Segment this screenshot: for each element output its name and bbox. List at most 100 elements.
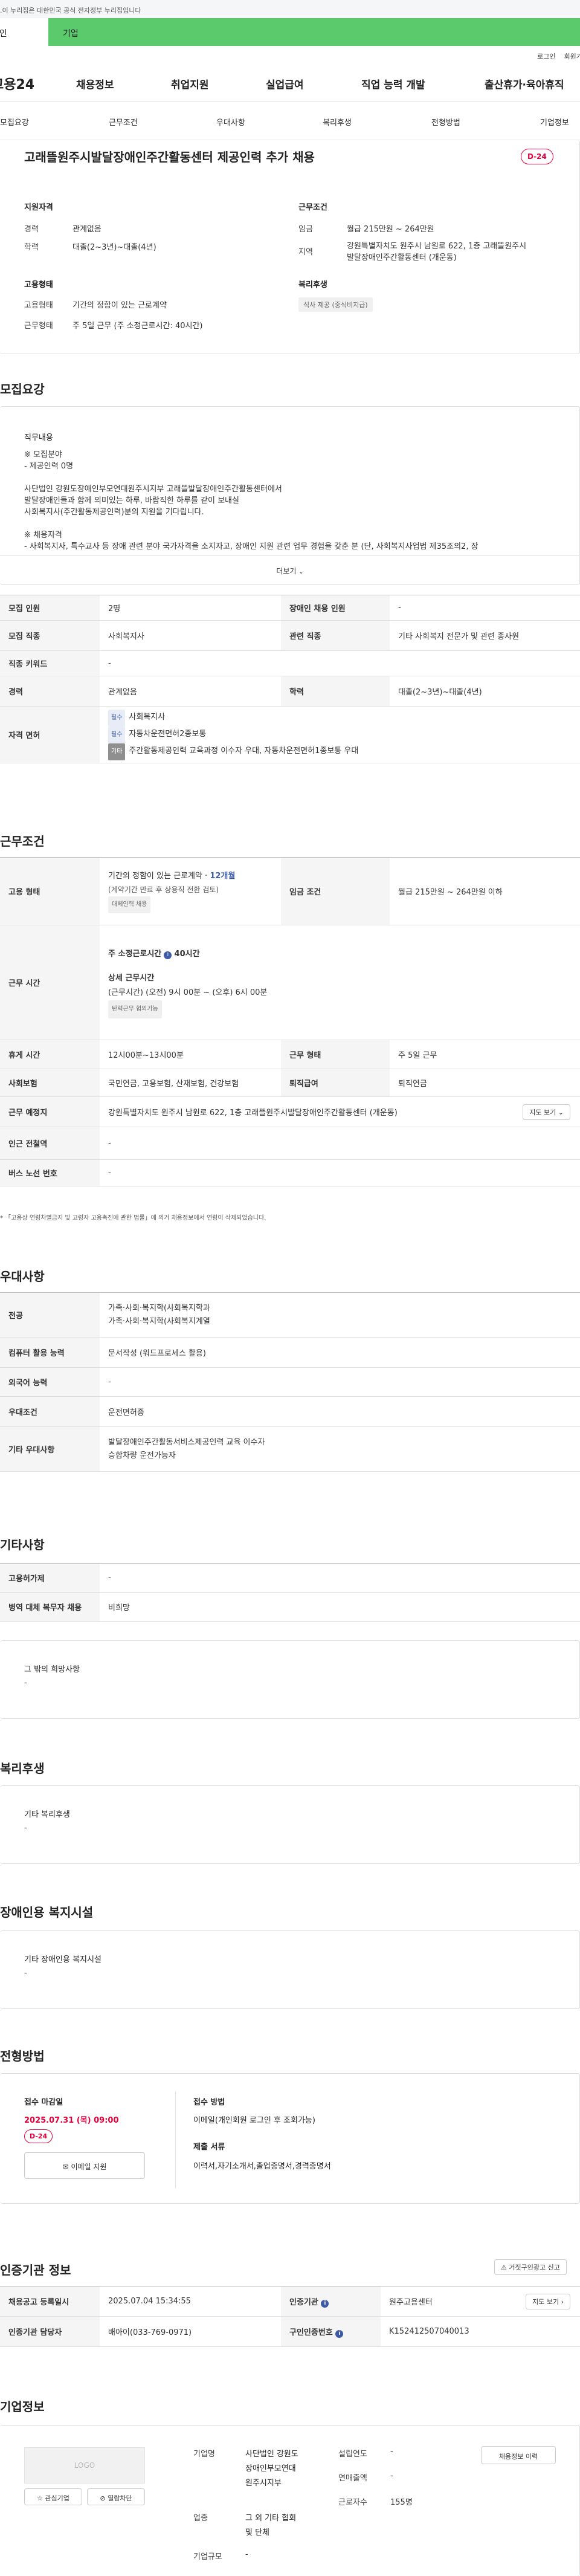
job-desc-title: 직무내용 (24, 433, 53, 442)
time-label: 근무 시간 (0, 925, 100, 1040)
signup-link[interactable]: 회원가입 (564, 51, 580, 64)
util-menu: 로그인 회원가입 (0, 46, 580, 64)
lang-value: - (100, 1367, 580, 1397)
manager-label: 인증기관 담당자 (0, 2316, 100, 2347)
process-section-title: 전형방법 (0, 2049, 45, 2063)
gnb-item-benefit[interactable]: 실업급여 (266, 76, 304, 91)
table-row: 채용공고 등록일시 2025.07.04 15:34:55 인증기관 i 원주고… (0, 2286, 580, 2317)
block-button[interactable]: ⊘ 열람차단 (87, 2488, 145, 2505)
subway-label: 인근 전철역 (0, 1127, 100, 1160)
job-title: 고래뜰원주시발달장애인주간활동센터 제공인력 추가 채용 (24, 150, 315, 164)
company-name-1: 사단법인 강원도 (245, 2450, 298, 2459)
tab-company[interactable]: 기업 (48, 18, 115, 46)
lnb-item-welfare[interactable]: 복리후생 (323, 116, 352, 128)
agency-map-button[interactable]: 지도 보기 › (526, 2294, 570, 2309)
tab-personal[interactable]: 개인 (0, 18, 48, 46)
deadline-title: 접수 마감일 (24, 2098, 63, 2107)
other-table: 고용허가제 - 병역 대체 복무자 채용 비희망 (0, 1563, 580, 1622)
company-logo: LOGO (24, 2447, 145, 2484)
etc-pref-label: 기타 우대사항 (0, 1426, 100, 1472)
bus-value: - (100, 1159, 580, 1186)
email-apply-button[interactable]: ✉ 이메일 지원 (24, 2152, 145, 2179)
table-row: 고용 형태 기간의 정함이 있는 근로계약 · 12개월 (계약기간 만료 후 … (0, 857, 580, 925)
site-logo[interactable]: 고용24 (0, 74, 68, 93)
lang-label: 외국어 능력 (0, 1367, 100, 1397)
count-label: 모집 인원 (0, 595, 100, 621)
emp-type-badge: 대체인력 채용 (108, 896, 151, 913)
more-button[interactable]: 더보기 ⌄ (0, 555, 580, 584)
method-title: 접수 방법 (193, 2098, 225, 2107)
time-badge: 탄력근무 협의가능 (108, 1000, 162, 1018)
gnb-item-training[interactable]: 직업 능력 개발 (361, 76, 425, 91)
table-row: 경력 관계없음 학력 대졸(2~3년)~대졸(4년) (0, 676, 580, 707)
pension-value: 퇴직연금 (390, 1069, 580, 1097)
agency-label: 인증기관 (289, 2297, 318, 2307)
edu-value: 대졸(2~3년)~대졸(4년) (72, 243, 156, 252)
deadline-value: 2025.07.31 (목) 09:00 (24, 2116, 119, 2125)
recruit-section-title: 모집요강 (0, 382, 45, 396)
cond-title: 근무조건 (298, 203, 327, 212)
industry-value-2: 및 단체 (245, 2528, 270, 2537)
lnb-item-work[interactable]: 근무조건 (109, 116, 138, 128)
welfare-box: 기타 복리후생 - (0, 1785, 580, 1864)
facility-box: 기타 장애인용 복지시설 - (0, 1930, 580, 2009)
company-name-2: 장애인부모연대 (245, 2464, 296, 2473)
gnb-item-leave[interactable]: 출산휴가·육아휴직 (485, 76, 564, 91)
form-label: 근무 형태 (281, 1040, 390, 1069)
job-label: 모집 직종 (0, 620, 100, 651)
info-icon: i (335, 2329, 344, 2338)
gnb-item-support[interactable]: 취업지원 (171, 76, 209, 91)
worktype-value: 주 5일 근무 (주 소정근로시간: 40시간) (72, 322, 203, 331)
age-note: * 「고용상 연령차별금지 및 고령자 고용촉진에 관한 법률」에 의거 채용정… (0, 1215, 266, 1222)
place-map-button[interactable]: 지도 보기 ⌄ (523, 1104, 570, 1120)
tab-bar-fill (115, 18, 580, 46)
table-row: 사회보험 국민연금, 고용보험, 산재보험, 건강보험 퇴직급여 퇴직연금 (0, 1069, 580, 1097)
list-item: 기타 주간활동제공인력 교육과정 이수자 우대, 자동차운전면허1종보통 우대 (108, 743, 572, 760)
no-value: K152412507040013 (381, 2316, 580, 2347)
disabled-label: 장애인 채용 인원 (281, 595, 390, 621)
table-row: 모집 직종 사회복지사 관련 직종 기타 사회복지 전문가 및 관련 종사원 (0, 620, 580, 651)
company-section-title: 기업정보 (0, 2400, 45, 2414)
place-value: 강원특별자치도 원주시 남원로 622, 1층 고래뜰원주시발달장애인주간활동센… (108, 1108, 398, 1118)
table-row: 외국어 능력 - (0, 1367, 580, 1397)
industry-value-1: 그 외 기타 협회 (245, 2514, 297, 2523)
employee-value: 155명 (390, 2498, 413, 2507)
table-row: 고용허가제 - (0, 1563, 580, 1593)
member-tabs: 개인 기업 (0, 18, 580, 46)
wage-cond-value: 월급 215만원 ~ 264만원 이하 (390, 857, 580, 925)
dday-badge: D-24 (521, 149, 553, 164)
lnb-item-recruit[interactable]: 모집요강 (0, 116, 29, 128)
gnb-item-jobs[interactable]: 채용정보 (76, 76, 114, 91)
chevron-down-icon: ⌄ (558, 1108, 564, 1116)
year-label: 설립연도 (338, 2450, 367, 2459)
section-nav: 모집요강 근무조건 우대사항 복리후생 전형방법 기업정보 (0, 102, 580, 140)
career-row-value: 관계없음 (100, 676, 281, 707)
gov-notice-text: 이 누리집은 대한민국 공식 전자정부 누리집입니다. (0, 7, 141, 15)
table-row: 인근 전철역 - (0, 1127, 580, 1160)
emp-title: 고용형태 (24, 280, 53, 290)
lnb-item-process[interactable]: 전형방법 (431, 116, 460, 128)
work-section-title: 근무조건 (0, 834, 45, 849)
time-week-label: 주 소정근로시간 (108, 949, 162, 959)
related-value: 기타 사회복지 전문가 및 관련 종사원 (390, 620, 580, 651)
job-desc-text: ※ 모집분야 - 제공인력 0명 사단법인 강원도장애인부모연대원주시지부 고래… (24, 450, 478, 551)
company-history-button[interactable]: 채용정보 이력 (481, 2446, 556, 2464)
interest-button[interactable]: ☆ 관심기업 (24, 2488, 82, 2505)
table-row: 인증기관 담당자 배아이(033-769-0971) 구인인증번호 i K152… (0, 2316, 580, 2347)
lnb-item-pref[interactable]: 우대사항 (216, 116, 245, 128)
welfare-tag: 식사 제공 (중식비지급) (298, 297, 373, 312)
computer-value: 문서작성 (워드프로세스 활용) (100, 1337, 580, 1368)
pref-cond-label: 우대조건 (0, 1396, 100, 1427)
job-summary-card: 고래뜰원주시발달장애인주간활동센터 제공인력 추가 채용 D-24 지원자격 경… (0, 140, 580, 354)
welfare-box-value: - (24, 1824, 27, 1833)
agency-section-title: 인증기관 정보 (0, 2263, 71, 2277)
wish-value: - (24, 1678, 27, 1688)
keyword-label: 직종 키워드 (0, 650, 100, 676)
employee-label: 근로자수 (338, 2498, 367, 2507)
login-link[interactable]: 로그인 (537, 51, 555, 64)
facility-box-value: - (24, 1969, 27, 1978)
etc-pref-value-1: 발달장애인주간활동서비스제공인력 교육 이수자 (108, 1437, 265, 1447)
lnb-item-company[interactable]: 기업정보 (540, 116, 569, 128)
report-button[interactable]: ⚠ 거짓구인광고 신고 (494, 2259, 567, 2275)
table-row: 병역 대체 복무자 채용 비희망 (0, 1592, 580, 1622)
